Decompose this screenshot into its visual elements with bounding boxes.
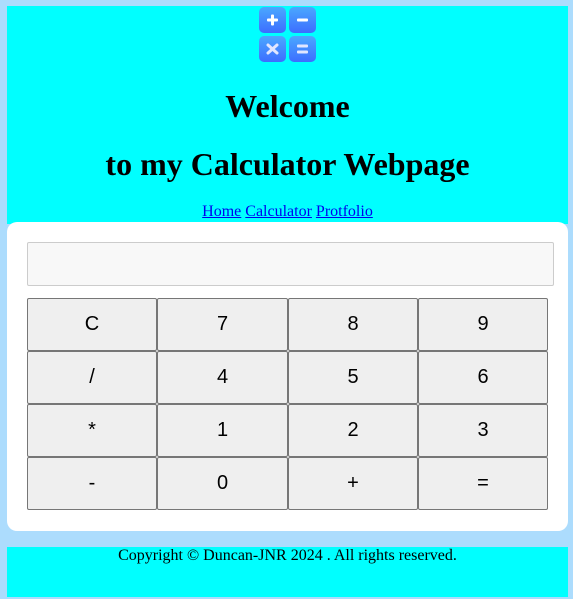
copyright-text: Copyright © Duncan-JNR 2024 . All rights… bbox=[118, 547, 457, 564]
main-nav: Home Calculator Protfolio bbox=[7, 203, 568, 221]
calculator-keypad: C 7 8 9 / 4 5 6 * 1 2 3 - 0 + = bbox=[27, 298, 548, 510]
digit-9-button[interactable]: 9 bbox=[418, 298, 548, 351]
welcome-subheading: to my Calculator Webpage bbox=[105, 146, 470, 182]
calculator-display[interactable] bbox=[27, 242, 554, 286]
times-icon bbox=[259, 36, 286, 62]
digit-1-button[interactable]: 1 bbox=[157, 404, 288, 457]
add-button[interactable]: + bbox=[288, 457, 418, 510]
digit-8-button[interactable]: 8 bbox=[288, 298, 418, 351]
nav-link-portfolio[interactable]: Protfolio bbox=[316, 203, 373, 220]
equals-button[interactable]: = bbox=[418, 457, 548, 510]
subtract-button[interactable]: - bbox=[27, 457, 157, 510]
digit-4-button[interactable]: 4 bbox=[157, 351, 288, 404]
calculator-panel: C 7 8 9 / 4 5 6 * 1 2 3 - 0 + = bbox=[7, 222, 568, 531]
digit-3-button[interactable]: 3 bbox=[418, 404, 548, 457]
digit-6-button[interactable]: 6 bbox=[418, 351, 548, 404]
clear-button[interactable]: C bbox=[27, 298, 157, 351]
multiply-button[interactable]: * bbox=[27, 404, 157, 457]
welcome-heading: Welcome bbox=[225, 88, 350, 124]
digit-0-button[interactable]: 0 bbox=[157, 457, 288, 510]
page-footer: Copyright © Duncan-JNR 2024 . All rights… bbox=[7, 547, 568, 597]
plus-icon bbox=[259, 7, 286, 33]
digit-5-button[interactable]: 5 bbox=[288, 351, 418, 404]
minus-icon bbox=[289, 7, 316, 33]
nav-link-calculator[interactable]: Calculator bbox=[245, 203, 312, 220]
divide-button[interactable]: / bbox=[27, 351, 157, 404]
digit-7-button[interactable]: 7 bbox=[157, 298, 288, 351]
digit-2-button[interactable]: 2 bbox=[288, 404, 418, 457]
calculator-logo bbox=[259, 7, 317, 63]
equals-icon bbox=[289, 36, 316, 62]
page-header: Welcome to my Calculator Webpage Home Ca… bbox=[7, 6, 568, 224]
nav-link-home[interactable]: Home bbox=[202, 203, 241, 220]
